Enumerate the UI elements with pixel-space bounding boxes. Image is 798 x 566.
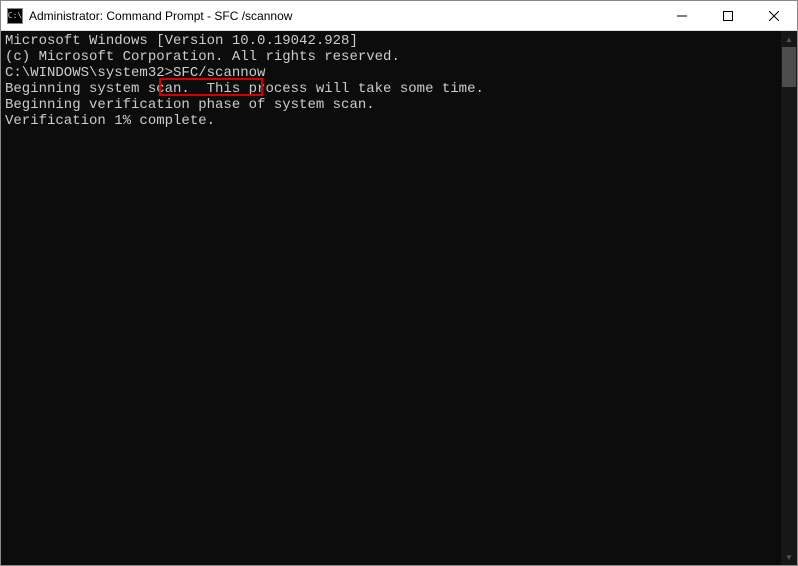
window-title: Administrator: Command Prompt - SFC /sca… [29, 9, 659, 23]
prompt-line: C:\WINDOWS\system32>SFC/scannow [5, 65, 777, 81]
titlebar[interactable]: C:\ Administrator: Command Prompt - SFC … [1, 1, 797, 31]
progress-line: Verification 1% complete. [5, 113, 777, 129]
command-text: SFC/scannow [173, 65, 265, 81]
minimize-button[interactable] [659, 1, 705, 31]
scroll-down-icon[interactable]: ▼ [781, 549, 797, 565]
maximize-icon [723, 11, 733, 21]
close-button[interactable] [751, 1, 797, 31]
window-controls [659, 1, 797, 30]
minimize-icon [677, 11, 687, 21]
terminal-output[interactable]: Microsoft Windows [Version 10.0.19042.92… [1, 31, 781, 565]
maximize-button[interactable] [705, 1, 751, 31]
scan-begin-line: Beginning system scan. This process will… [5, 81, 777, 97]
scroll-up-icon[interactable]: ▲ [781, 31, 797, 47]
prompt-path: C:\WINDOWS\system32> [5, 65, 173, 81]
cmd-icon: C:\ [7, 8, 23, 24]
close-icon [769, 11, 779, 21]
verification-begin-line: Beginning verification phase of system s… [5, 97, 777, 113]
terminal-area: Microsoft Windows [Version 10.0.19042.92… [1, 31, 797, 565]
version-line: Microsoft Windows [Version 10.0.19042.92… [5, 33, 777, 49]
copyright-line: (c) Microsoft Corporation. All rights re… [5, 49, 777, 65]
scrollbar[interactable]: ▲ ▼ [781, 31, 797, 565]
scroll-thumb[interactable] [782, 47, 796, 87]
